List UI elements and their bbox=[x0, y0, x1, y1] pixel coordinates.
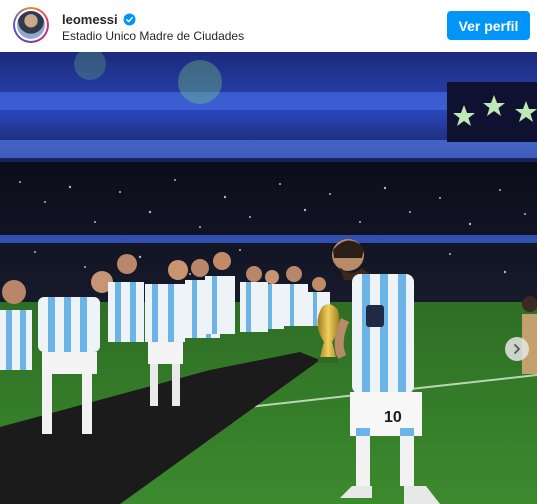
stadium-celebration-photo: 10 bbox=[0, 52, 537, 504]
post-photo: 10 bbox=[0, 52, 537, 504]
next-image-button[interactable] bbox=[505, 337, 529, 361]
post-header: leomessi Estadio Unico Madre de Ciudades… bbox=[0, 0, 537, 52]
jersey-number: 10 bbox=[384, 409, 402, 426]
verified-badge-icon bbox=[123, 13, 136, 25]
username[interactable]: leomessi bbox=[62, 12, 118, 27]
chevron-right-icon bbox=[514, 344, 520, 354]
view-profile-button[interactable]: Ver perfil bbox=[447, 11, 530, 40]
instagram-post: leomessi Estadio Unico Madre de Ciudades… bbox=[0, 0, 537, 504]
post-location[interactable]: Estadio Unico Madre de Ciudades bbox=[62, 29, 244, 43]
profile-avatar[interactable] bbox=[13, 7, 49, 43]
